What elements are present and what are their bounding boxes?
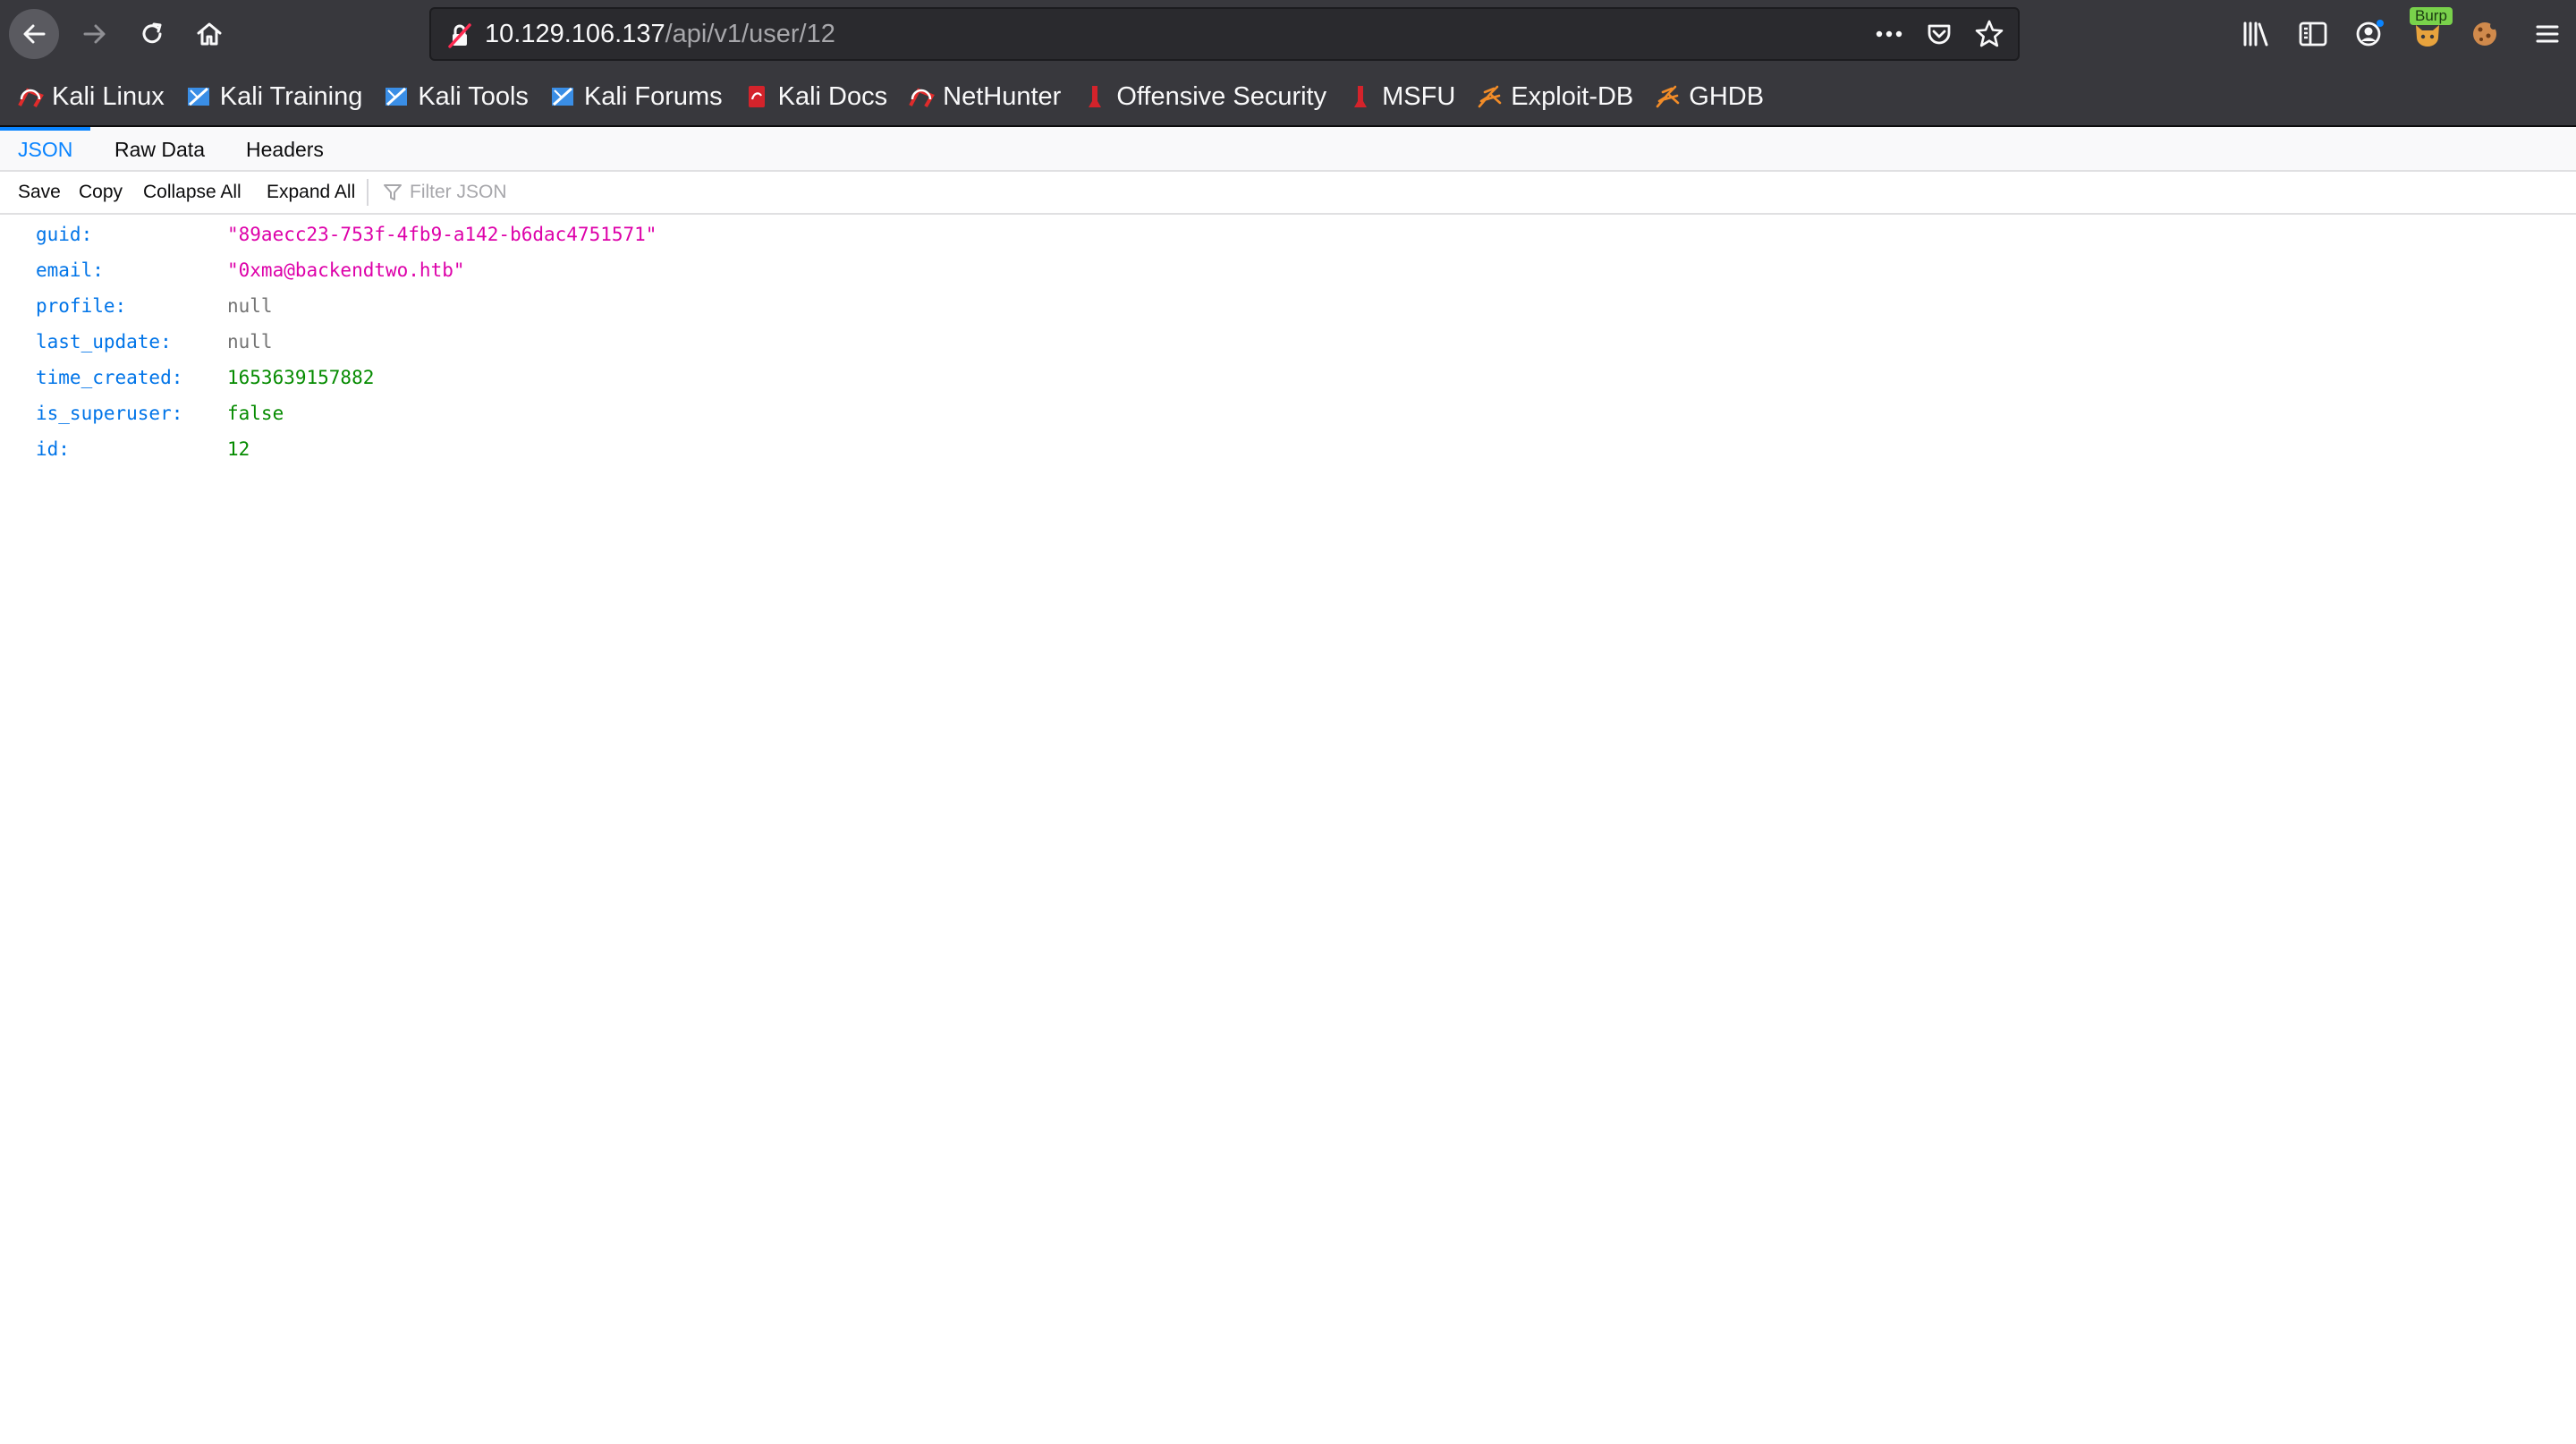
arrow-right-icon [83, 24, 106, 44]
bookmark-label: NetHunter [943, 81, 1062, 111]
tab-headers[interactable]: Headers [228, 127, 342, 170]
json-row-time-created[interactable]: time_created: 1653639157882 [0, 360, 2576, 395]
json-value: 1653639157882 [227, 367, 375, 388]
kali-training-icon [184, 82, 213, 111]
kali-dragon-icon [16, 82, 45, 111]
toolbar-divider [367, 179, 369, 206]
library-button[interactable] [2227, 9, 2284, 59]
cookie-icon [2473, 22, 2497, 46]
nethunter-icon [907, 82, 936, 111]
pocket-icon[interactable] [1921, 16, 1957, 52]
bookmark-star-icon[interactable] [1971, 16, 2007, 52]
tab-raw-data[interactable]: Raw Data [97, 127, 223, 170]
kali-tools-icon [382, 82, 411, 111]
json-key: profile: [36, 295, 127, 317]
burp-extension-button[interactable]: Burp [2399, 7, 2456, 59]
json-viewer-tabs: JSON Raw Data Headers [0, 127, 2576, 172]
bookmark-kali-tools[interactable]: Kali Tools [382, 74, 529, 119]
json-value: null [227, 331, 273, 353]
sidebar-icon [2299, 21, 2327, 47]
collapse-all-button[interactable]: Collapse All [143, 172, 242, 213]
arrow-left-icon [23, 24, 46, 44]
json-key: time_created: [36, 367, 183, 388]
back-button[interactable] [9, 9, 59, 59]
main-menu-button[interactable] [2519, 9, 2576, 59]
home-icon [197, 22, 222, 46]
expand-all-button[interactable]: Expand All [267, 172, 355, 213]
bookmark-kali-training[interactable]: Kali Training [184, 74, 363, 119]
bookmark-label: Kali Training [219, 81, 363, 111]
hamburger-menu-icon [2536, 25, 2559, 43]
sidebar-button[interactable] [2284, 9, 2342, 59]
reload-icon [142, 22, 162, 44]
json-row-is-superuser[interactable]: is_superuser: false [0, 395, 2576, 431]
home-button[interactable] [184, 9, 234, 59]
kali-forums-icon [548, 82, 577, 111]
bookmark-exploit-db[interactable]: Exploit-DB [1475, 74, 1633, 119]
account-button[interactable] [2342, 9, 2399, 59]
burp-badge: Burp [2410, 7, 2453, 25]
exploitdb-icon [1475, 82, 1504, 111]
json-key: is_superuser: [36, 403, 183, 424]
page-actions-menu-icon[interactable] [1871, 16, 1907, 52]
filter-placeholder: Filter JSON [410, 182, 507, 202]
right-toolbar: Burp [2227, 7, 2576, 59]
bookmark-label: MSFU [1382, 81, 1456, 111]
insecure-connection-icon[interactable] [442, 18, 478, 54]
ghdb-icon [1653, 82, 1682, 111]
filter-icon [384, 184, 402, 200]
reload-button[interactable] [127, 9, 177, 59]
bookmark-label: Kali Linux [52, 81, 165, 111]
url-host: 10.129.106.137 [485, 20, 665, 48]
library-icon [2243, 21, 2268, 47]
json-key: guid: [36, 224, 93, 245]
json-row-profile[interactable]: profile: null [0, 288, 2576, 324]
bookmark-nethunter[interactable]: NetHunter [907, 74, 1061, 119]
cookie-extension-button[interactable] [2456, 9, 2513, 59]
bookmark-kali-linux[interactable]: Kali Linux [16, 74, 165, 119]
page-actions [1871, 16, 2007, 52]
tab-json[interactable]: JSON [0, 127, 91, 170]
forward-button[interactable] [70, 9, 120, 59]
json-key: id: [36, 438, 70, 460]
save-button[interactable]: Save [18, 172, 61, 213]
msfu-icon [1346, 82, 1375, 111]
json-value: 12 [227, 438, 250, 460]
bookmark-label: Kali Docs [777, 81, 888, 111]
json-row-guid[interactable]: guid: "89aecc23-753f-4fb9-a142-b6dac4751… [0, 217, 2576, 252]
account-icon [2356, 20, 2384, 47]
json-key: email: [36, 259, 104, 281]
copy-button[interactable]: Copy [79, 172, 123, 213]
browser-toolbar: 10.129.106.137/api/v1/user/12 Burp [0, 0, 2576, 68]
bookmark-label: Kali Tools [418, 81, 529, 111]
json-row-last-update[interactable]: last_update: null [0, 324, 2576, 360]
bookmark-label: GHDB [1689, 81, 1765, 111]
filter-json-input[interactable]: Filter JSON [383, 172, 507, 213]
bookmarks-bar: Kali Linux Kali Training Kali Tools Kali… [0, 68, 2576, 127]
url-text[interactable]: 10.129.106.137/api/v1/user/12 [485, 9, 835, 59]
bookmark-label: Kali Forums [583, 81, 723, 111]
json-value: "0xma@backendtwo.htb" [227, 259, 465, 281]
bookmark-label: Offensive Security [1116, 81, 1327, 111]
json-value: null [227, 295, 273, 317]
bookmark-offensive-security[interactable]: Offensive Security [1080, 74, 1326, 119]
json-row-email[interactable]: email: "0xma@backendtwo.htb" [0, 252, 2576, 288]
json-toolbar: Save Copy Collapse All Expand All Filter… [0, 172, 2576, 215]
json-key: last_update: [36, 331, 172, 353]
json-row-id[interactable]: id: 12 [0, 431, 2576, 467]
url-path: /api/v1/user/12 [665, 20, 835, 48]
kali-docs-icon [742, 82, 771, 111]
bookmark-msfu[interactable]: MSFU [1346, 74, 1455, 119]
offsec-icon [1080, 82, 1109, 111]
url-bar[interactable]: 10.129.106.137/api/v1/user/12 [429, 7, 2020, 61]
bookmark-kali-forums[interactable]: Kali Forums [548, 74, 723, 119]
bookmark-label: Exploit-DB [1511, 81, 1634, 111]
bookmark-ghdb[interactable]: GHDB [1653, 74, 1764, 119]
bookmark-kali-docs[interactable]: Kali Docs [742, 74, 888, 119]
json-value: false [227, 403, 284, 424]
json-value: "89aecc23-753f-4fb9-a142-b6dac4751571" [227, 224, 657, 245]
